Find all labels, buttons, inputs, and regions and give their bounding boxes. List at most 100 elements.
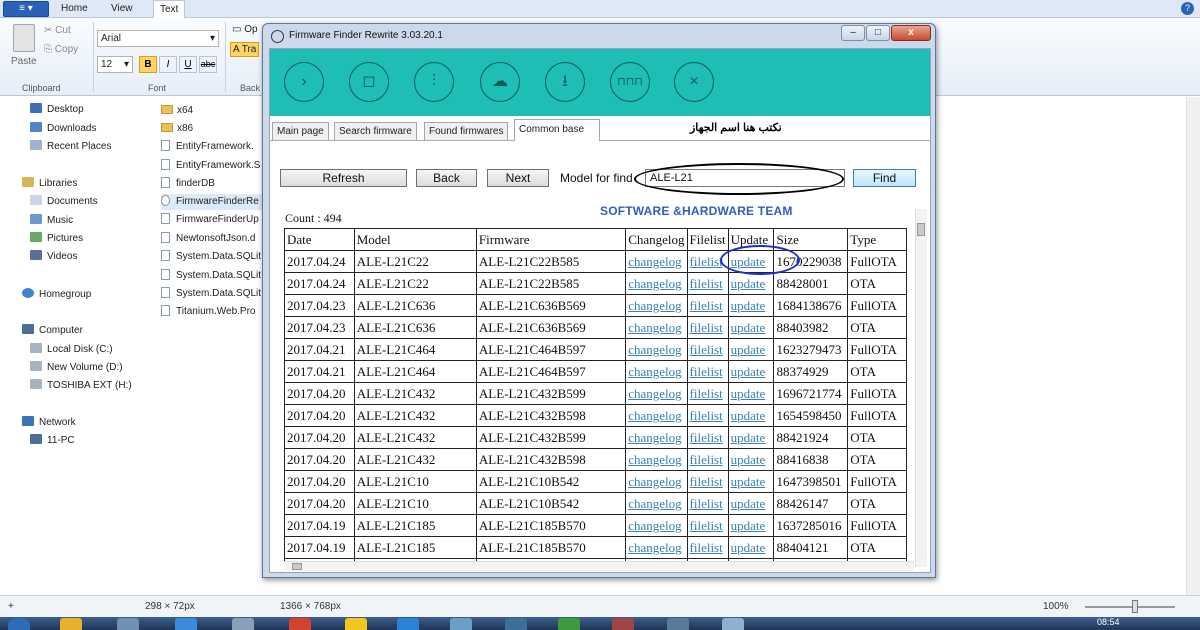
update-link[interactable]: update (731, 276, 766, 291)
app-icon[interactable] (667, 618, 689, 630)
filelist-link[interactable]: filelist (690, 320, 723, 335)
changelog-link[interactable]: changelog (628, 408, 681, 423)
app-icon[interactable] (345, 618, 367, 630)
table-row[interactable]: 2017.04.20 ALE-L21C432 ALE-L21C432B598 chan… (284, 404, 907, 427)
tab-search-firmware[interactable]: Search firmware (334, 122, 417, 140)
filelist-link[interactable]: filelist (690, 254, 723, 269)
changelog-link[interactable]: changelog (628, 518, 681, 533)
nav-item-videos[interactable]: Videos (30, 249, 77, 265)
nav-item-music[interactable]: Music (30, 213, 73, 229)
changelog-link[interactable]: changelog (628, 342, 681, 357)
scrollbar-thumb[interactable] (292, 563, 302, 570)
table-vertical-scrollbar[interactable] (915, 209, 927, 567)
changelog-link[interactable]: changelog (628, 430, 681, 445)
column-header-filelist[interactable]: Filelist (686, 228, 729, 251)
changelog-link[interactable]: changelog (628, 540, 681, 555)
table-row[interactable]: 2017.04.20 ALE-L21C432 ALE-L21C432B599 chan… (284, 426, 907, 449)
app-icon[interactable] (612, 618, 634, 630)
filelist-link[interactable]: filelist (690, 518, 723, 533)
update-link[interactable]: update (731, 342, 766, 357)
update-link[interactable]: update (731, 518, 766, 533)
update-link[interactable]: update (731, 474, 766, 489)
stop-icon[interactable]: ◻ (349, 62, 389, 102)
column-header-type[interactable]: Type (847, 228, 907, 251)
update-link[interactable]: update (731, 298, 766, 313)
tab-common-base[interactable]: Common base (514, 119, 600, 141)
bold-button[interactable]: B (139, 56, 157, 73)
update-link[interactable]: update (731, 430, 766, 445)
table-row[interactable]: 2017.04.20 ALE-L21C432 ALE-L21C432B599 chan… (284, 382, 907, 405)
close-button[interactable]: x (891, 25, 931, 41)
scrollbar-thumb[interactable] (917, 223, 925, 236)
update-link[interactable]: update (731, 386, 766, 401)
maximize-button[interactable]: □ (866, 25, 890, 41)
minimize-button[interactable]: – (841, 25, 865, 41)
nav-item-recent-places[interactable]: Recent Places (30, 139, 111, 155)
file-item[interactable]: x64 (161, 103, 265, 119)
nav-item-libraries[interactable]: Libraries (22, 176, 77, 192)
column-header-model[interactable]: Model (353, 228, 477, 251)
paste-icon[interactable] (13, 24, 35, 52)
changelog-link[interactable]: changelog (628, 298, 681, 313)
nav-item-drive-h[interactable]: TOSHIBA EXT (H:) (30, 378, 132, 394)
filelist-link[interactable]: filelist (690, 364, 723, 379)
app-icon[interactable] (450, 618, 472, 630)
app-icon[interactable] (117, 618, 139, 630)
chip-icon[interactable]: ⊓⊓⊓ (610, 62, 650, 102)
file-item[interactable]: finderDB (161, 176, 265, 192)
explorer-scrollbar[interactable] (1186, 97, 1200, 595)
changelog-link[interactable]: changelog (628, 320, 681, 335)
filelist-link[interactable]: filelist (690, 430, 723, 445)
filelist-link[interactable]: filelist (690, 408, 723, 423)
font-family-select[interactable]: Arial ▾ (97, 30, 219, 47)
tab-text[interactable]: Text (153, 0, 186, 19)
nav-item-homegroup[interactable]: Homegroup (22, 287, 91, 303)
filelist-link[interactable]: filelist (690, 452, 723, 467)
zoom-slider-handle[interactable] (1132, 600, 1138, 613)
tab-main-page[interactable]: Main page (272, 122, 329, 140)
filelist-link[interactable]: filelist (690, 276, 723, 291)
filelist-link[interactable]: filelist (690, 386, 723, 401)
table-row[interactable]: 2017.04.19 ALE-L21C185 ALE-L21C185B570 chan… (284, 514, 907, 537)
table-row[interactable]: 2017.04.21 ALE-L21C464 ALE-L21C464B597 chan… (284, 360, 907, 383)
update-link[interactable]: update (731, 254, 766, 269)
file-item[interactable]: EntityFramework.S (161, 158, 265, 174)
tab-home[interactable]: Home (55, 0, 94, 18)
column-header-update[interactable]: Update (727, 228, 775, 251)
filelist-link[interactable]: filelist (690, 342, 723, 357)
app-icon[interactable] (558, 618, 580, 630)
file-item[interactable]: System.Data.SQLit (161, 268, 265, 284)
cloud-download-icon[interactable]: ⭳ (545, 62, 585, 102)
filelist-link[interactable]: filelist (690, 540, 723, 555)
tab-view[interactable]: View (105, 0, 139, 18)
column-header-firmware[interactable]: Firmware (475, 228, 627, 251)
filelist-link[interactable]: filelist (690, 474, 723, 489)
file-item[interactable]: System.Data.SQLit (161, 286, 265, 302)
explorer-icon[interactable] (60, 618, 82, 630)
help-icon[interactable]: ? (1181, 2, 1194, 15)
app-icon[interactable] (397, 618, 419, 630)
changelog-link[interactable]: changelog (628, 386, 681, 401)
strikethrough-button[interactable]: abc (199, 56, 217, 73)
copy-button[interactable]: ⎘ Copy (44, 44, 78, 55)
table-row[interactable]: 2017.04.24 ALE-L21C22 ALE-L21C22B585 change… (284, 250, 907, 273)
nav-item-desktop[interactable]: Desktop (30, 102, 84, 118)
file-item[interactable]: x86 (161, 121, 265, 137)
app-icon[interactable] (289, 618, 311, 630)
nav-item-computer[interactable]: Computer (22, 323, 83, 339)
app-icon[interactable] (505, 618, 527, 630)
table-row[interactable]: 2017.04.19 ALE-L21C185 ALE-L21C185B570 chan… (284, 536, 907, 559)
table-row[interactable]: 2017.04.23 ALE-L21C636 ALE-L21C636B569 chan… (284, 316, 907, 339)
app-icon[interactable] (232, 618, 254, 630)
nav-item-11-pc[interactable]: 11-PC (30, 433, 75, 449)
underline-button[interactable]: U (179, 56, 197, 73)
nav-item-drive-c[interactable]: Local Disk (C:) (30, 342, 113, 358)
refresh-button[interactable]: Refresh (280, 169, 407, 187)
update-link[interactable]: update (731, 540, 766, 555)
nav-item-drive-d[interactable]: New Volume (D:) (30, 360, 123, 376)
changelog-link[interactable]: changelog (628, 276, 681, 291)
find-button[interactable]: Find (853, 169, 916, 187)
font-size-select[interactable]: 12 ▾ (97, 56, 133, 73)
nav-item-network[interactable]: Network (22, 415, 76, 431)
filelist-link[interactable]: filelist (690, 298, 723, 313)
